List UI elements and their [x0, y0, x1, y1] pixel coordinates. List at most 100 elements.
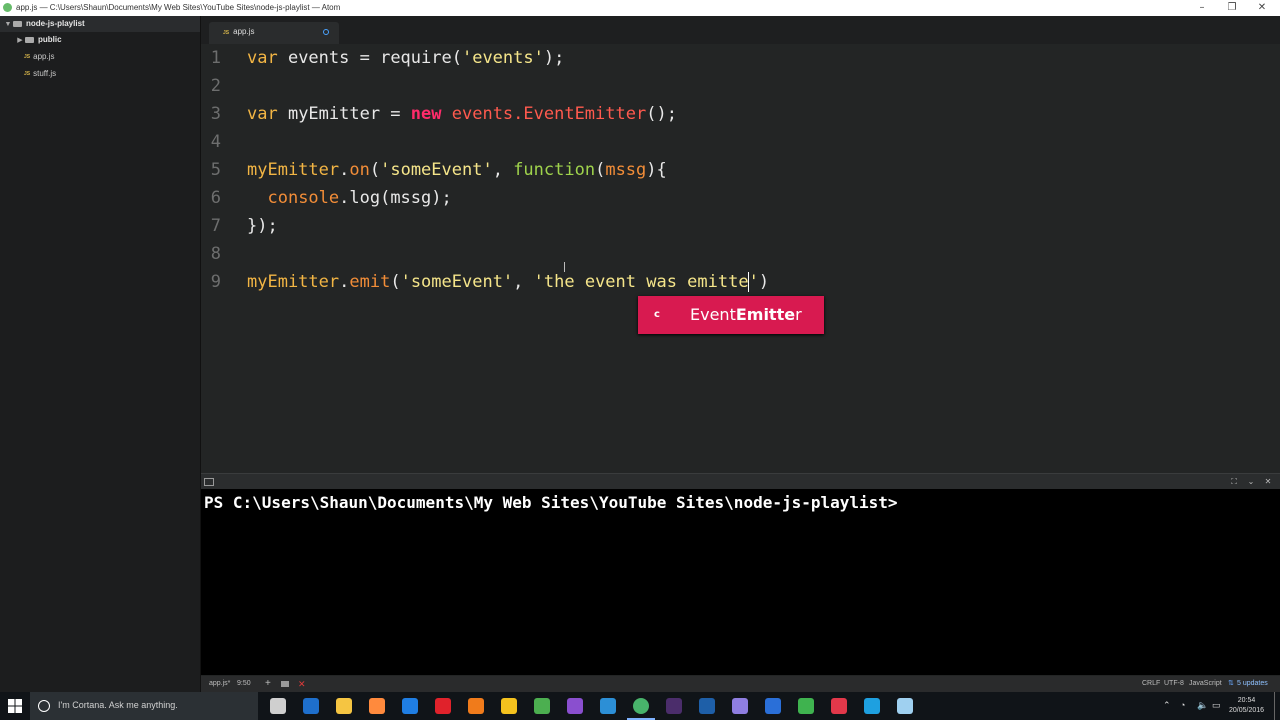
tree-root-folder[interactable]: ▼ node-js-playlist: [0, 16, 200, 32]
media-player-icon[interactable]: [765, 698, 781, 714]
maximize-panel-icon[interactable]: ⛶: [1229, 477, 1239, 486]
line-number: 5: [210, 160, 221, 180]
code-token: myEmitter: [247, 272, 340, 292]
terminal-icon[interactable]: [204, 478, 214, 486]
task-view-icon[interactable]: [270, 698, 286, 714]
app-circle-icon[interactable]: [732, 698, 748, 714]
code-token: });: [247, 216, 278, 236]
code-line[interactable]: 6 console.log(mssg);: [201, 184, 1280, 212]
code-token: on: [349, 160, 370, 180]
notepad-icon[interactable]: [897, 698, 913, 714]
cortana-search-box[interactable]: I'm Cortana. Ask me anything.: [30, 692, 258, 720]
window-title: app.js — C:\Users\Shaun\Documents\My Web…: [16, 3, 341, 12]
security-icon[interactable]: [798, 698, 814, 714]
modified-indicator-icon[interactable]: [323, 29, 329, 35]
code-line[interactable]: 4: [201, 128, 1280, 156]
atom-icon[interactable]: [633, 698, 649, 714]
status-file-name[interactable]: app.js*: [209, 676, 230, 692]
code-line[interactable]: 3 var myEmitter = new events.EventEmitter…: [201, 100, 1280, 128]
js-file-icon: JS: [24, 54, 31, 60]
outlook-icon[interactable]: [303, 698, 319, 714]
code-token: 'events': [461, 48, 544, 68]
code-token: ();: [646, 104, 677, 124]
photoshop-icon[interactable]: [699, 698, 715, 714]
firefox-icon[interactable]: [468, 698, 484, 714]
tree-item-public[interactable]: ▶ public: [0, 32, 61, 48]
chevron-down-icon[interactable]: ⌄: [1246, 477, 1256, 486]
status-bar: app.js* 9:50 + ✕ CRLF UTF-8 JavaScript ⇅…: [201, 676, 1280, 692]
code-line[interactable]: 7});: [201, 212, 1280, 240]
folder-icon: [25, 36, 34, 43]
tree-item-app-js[interactable]: JS app.js: [0, 49, 54, 65]
add-icon[interactable]: +: [265, 676, 271, 692]
code-line[interactable]: 2: [201, 72, 1280, 100]
class-kind-icon: c: [654, 309, 660, 320]
code-token: (: [369, 160, 381, 180]
volume-icon[interactable]: 🔈: [1197, 700, 1208, 710]
js-file-icon: JS: [24, 71, 31, 77]
app-red-icon[interactable]: [831, 698, 847, 714]
opera-icon[interactable]: [435, 698, 451, 714]
close-terminal-icon[interactable]: ✕: [298, 676, 306, 692]
visual-studio-icon[interactable]: [567, 698, 583, 714]
premiere-icon[interactable]: [666, 698, 682, 714]
app-blue-icon[interactable]: [600, 698, 616, 714]
store-icon[interactable]: [369, 698, 385, 714]
app-yellow-icon[interactable]: [501, 698, 517, 714]
minimize-icon[interactable]: –: [1192, 1, 1212, 15]
terminal-panel-header: ⛶ ⌄ ✕: [201, 473, 1280, 490]
code-line[interactable]: 5 myEmitter.on('someEvent', function(mssg…: [201, 156, 1280, 184]
tree-item-stuff-js[interactable]: JS stuff.js: [0, 66, 56, 82]
js-file-icon: JS: [223, 30, 230, 36]
clock-date: 20/05/2016: [1229, 707, 1265, 714]
code-token: emit: [349, 272, 391, 292]
clock[interactable]: 20:54 20/05/2016: [1229, 696, 1264, 716]
code-line[interactable]: 9 myEmitter.emit('someEvent', 'the event …: [201, 268, 1280, 296]
atom-app-icon: [3, 3, 12, 12]
code-token: .: [339, 272, 350, 292]
chrome-icon[interactable]: [534, 698, 550, 714]
code-line[interactable]: 1 var events = require('events');: [201, 44, 1280, 72]
chevron-right-icon: ▶: [17, 37, 23, 44]
status-encoding[interactable]: UTF-8: [1164, 676, 1184, 692]
code-token: ){: [646, 160, 667, 180]
status-grammar[interactable]: JavaScript: [1189, 676, 1222, 692]
status-updates[interactable]: 5 updates: [1237, 676, 1268, 692]
line-number: 1: [210, 48, 221, 68]
suggestion-prefix: Event: [690, 305, 736, 324]
terminal-icon[interactable]: [281, 681, 289, 687]
code-text: console.log(mssg);: [247, 184, 452, 212]
code-text: var myEmitter = new events.EventEmitter(…: [247, 100, 677, 128]
line-number: 8: [210, 244, 221, 264]
updates-icon[interactable]: ⇅: [1228, 676, 1234, 692]
windows-start-icon[interactable]: [8, 699, 22, 713]
status-line-ending[interactable]: CRLF: [1142, 676, 1160, 692]
skype-icon[interactable]: [864, 698, 880, 714]
suggestion-match: Emitte: [735, 305, 796, 324]
chevron-up-icon[interactable]: ⌃: [1163, 700, 1171, 710]
restore-icon[interactable]: ❐: [1222, 1, 1242, 15]
code-token: .log(mssg);: [339, 188, 452, 208]
close-icon[interactable]: ✕: [1252, 1, 1272, 15]
status-cursor-position[interactable]: 9:50: [237, 676, 251, 692]
file-explorer-icon[interactable]: [336, 698, 352, 714]
tab-app-js[interactable]: JS app.js: [209, 22, 339, 44]
tab-bar: JS app.js: [201, 16, 1280, 44]
code-token: ,: [513, 272, 534, 292]
tree-item-label: app.js: [33, 52, 55, 62]
terminal[interactable]: PS C:\Users\Shaun\Documents\My Web Sites…: [201, 489, 1280, 675]
code-editor[interactable]: 1 var events = require('events'); 2 3 var my…: [201, 44, 1280, 472]
code-token: new: [410, 104, 442, 124]
network-icon[interactable]: ◔: [1180, 700, 1185, 710]
show-desktop-button[interactable]: [1274, 692, 1275, 720]
autocomplete-suggestion[interactable]: EventEmitter: [690, 296, 802, 334]
tab-label: app.js: [233, 27, 255, 36]
code-token: events =: [277, 48, 381, 68]
autocomplete-popup[interactable]: c EventEmitter: [638, 296, 824, 334]
edge-icon[interactable]: [402, 698, 418, 714]
close-panel-icon[interactable]: ✕: [1263, 477, 1273, 486]
code-token: (: [390, 272, 401, 292]
code-line[interactable]: 8: [201, 240, 1280, 268]
action-center-icon[interactable]: ▭: [1212, 700, 1221, 710]
